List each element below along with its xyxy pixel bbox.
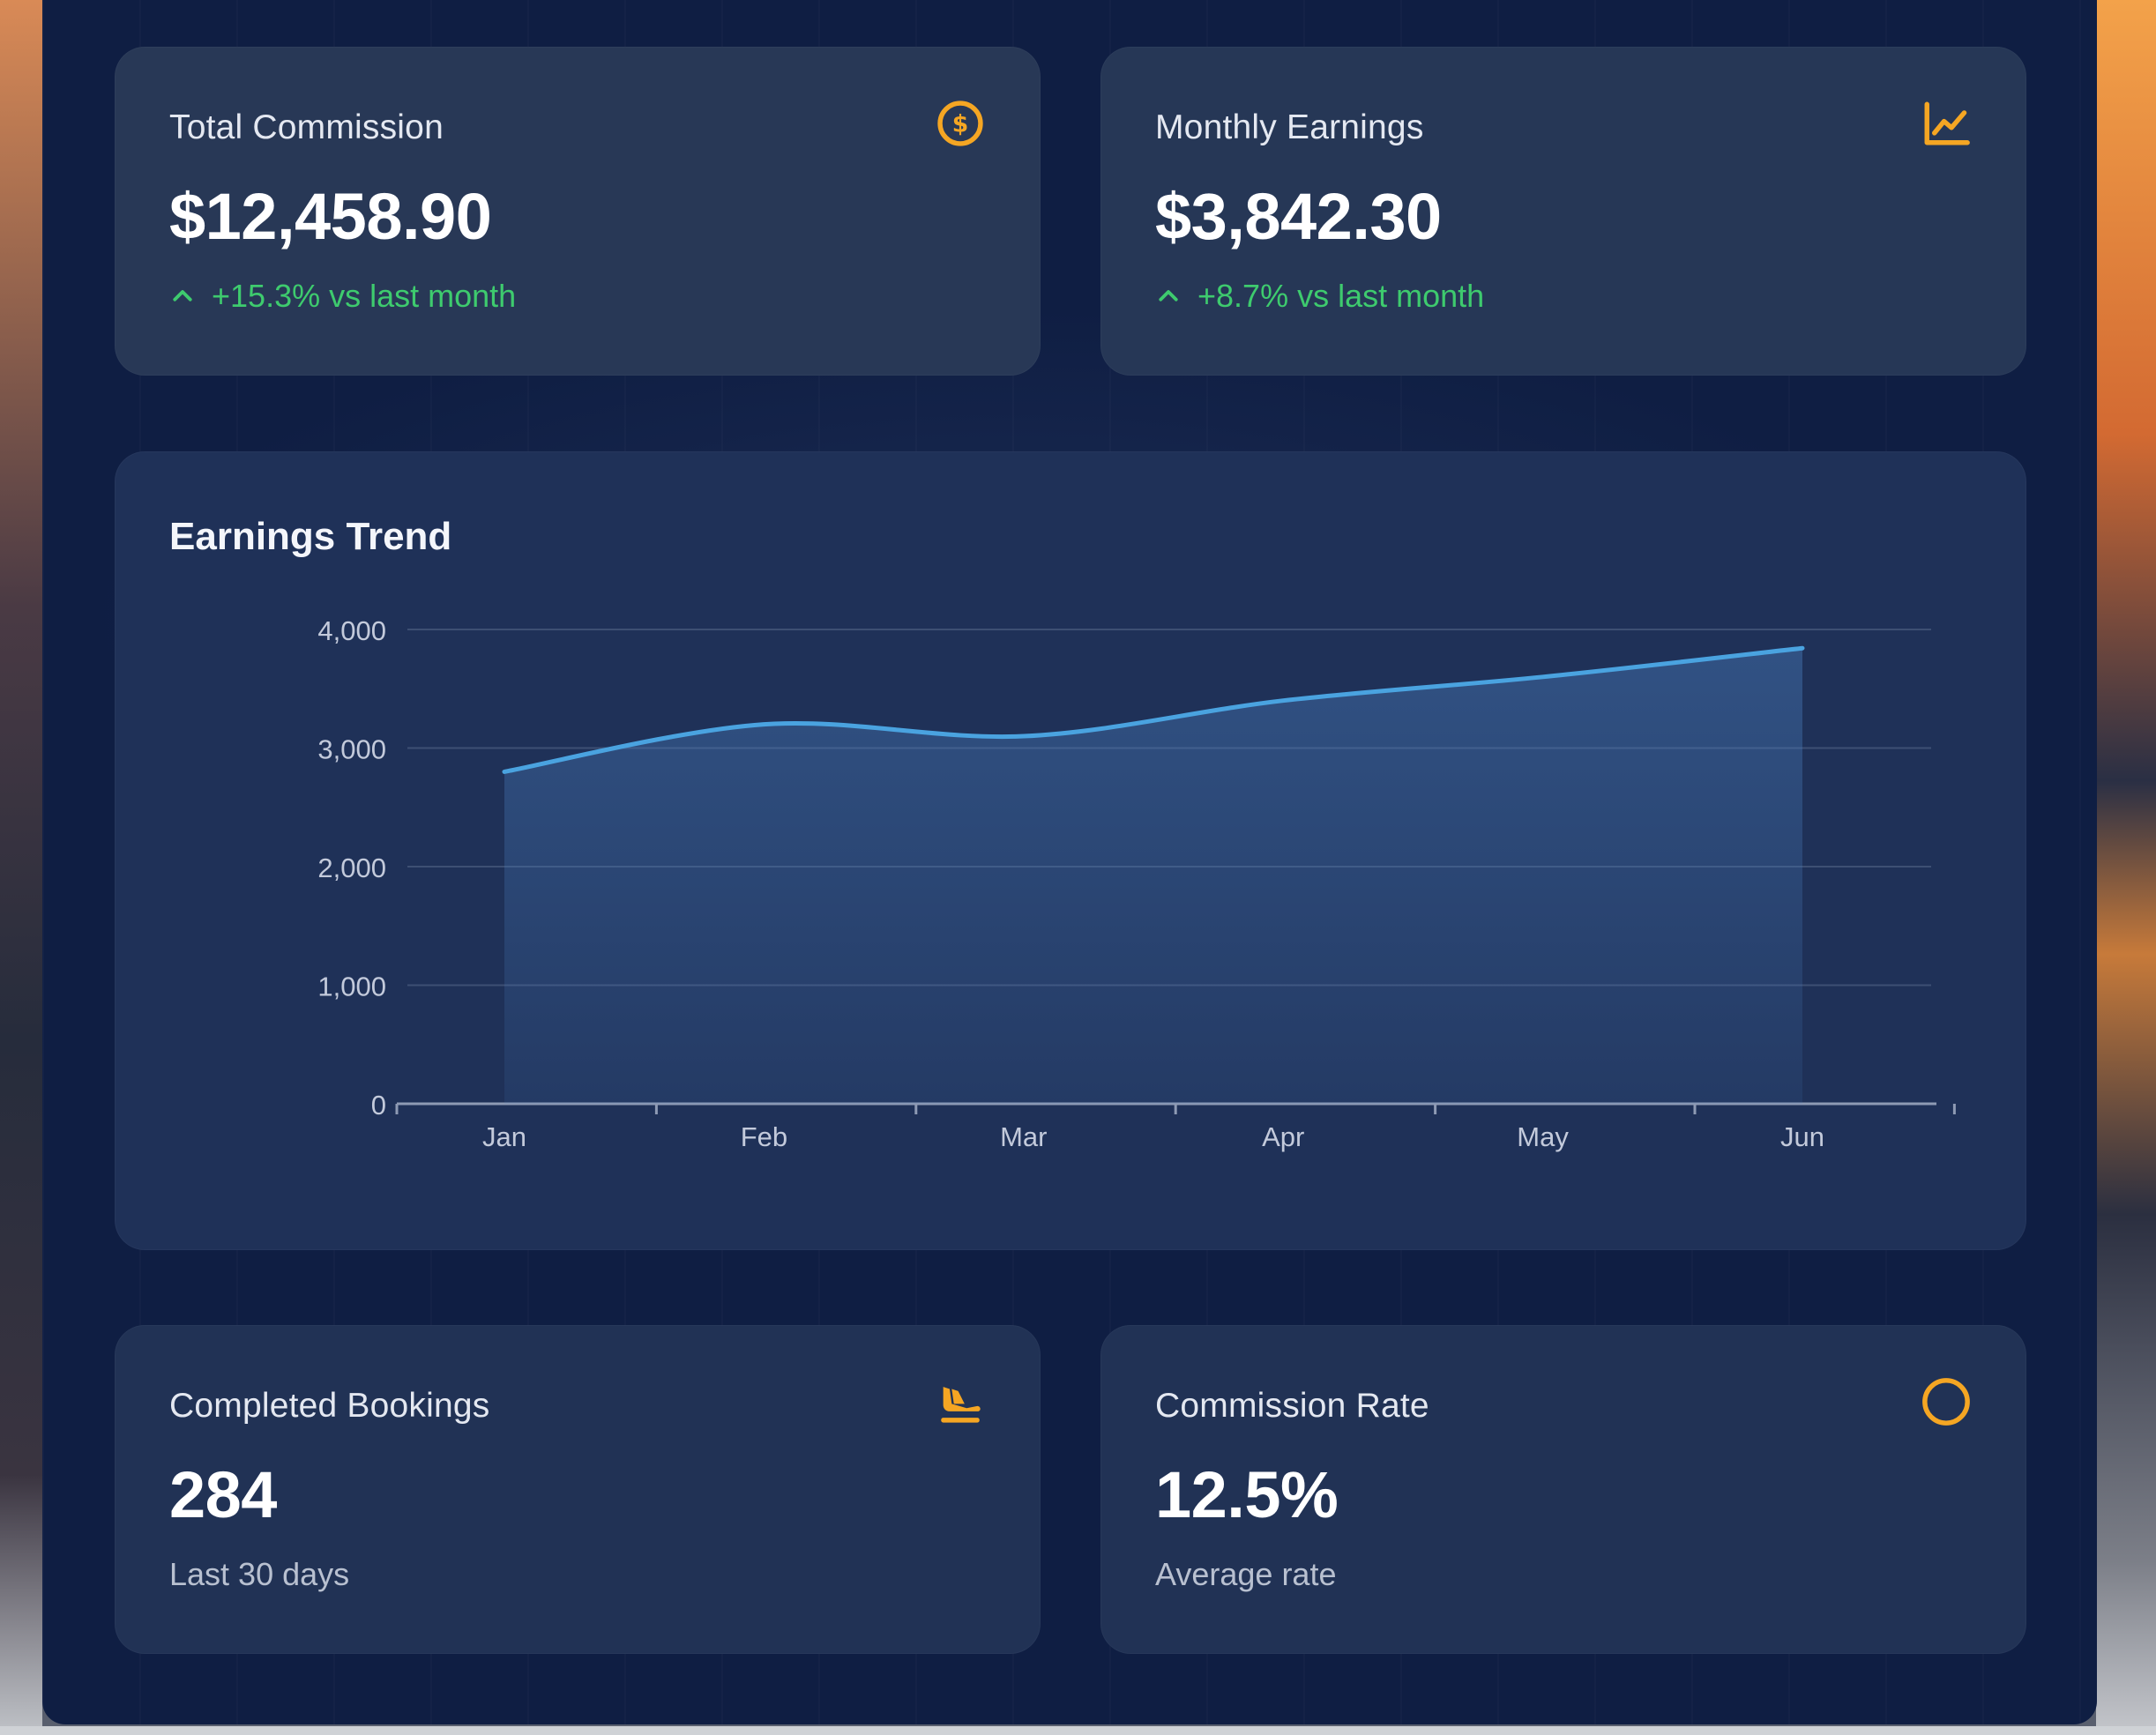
total-commission-label: Total Commission [169, 108, 444, 146]
completed-bookings-value: 284 [169, 1458, 277, 1531]
x-tick-label: May [1517, 1121, 1569, 1152]
completed-bookings-sub: Last 30 days [169, 1556, 350, 1592]
commission-rate-card: Commission Rate 12.5% Average rate [1100, 1325, 2026, 1654]
svg-text:$: $ [952, 111, 969, 138]
circle-icon [1922, 1378, 1970, 1426]
completed-bookings-label: Completed Bookings [169, 1387, 490, 1425]
total-commission-trend-text: +15.3% vs last month [212, 278, 517, 314]
monthly-earnings-label: Monthly Earnings [1155, 108, 1424, 146]
y-tick-label: 1,000 [317, 972, 386, 1002]
dashboard-panel: Total Commission $12,458.90 +15.3% vs la… [42, 0, 2097, 1724]
monthly-earnings-value: $3,842.30 [1155, 180, 1442, 253]
line-chart-icon [1924, 101, 1970, 145]
earnings-trend-card: Earnings Trend 0 1,000 2,000 3,000 4,000 Jan F… [115, 451, 2026, 1250]
y-tick-label: 0 [371, 1090, 386, 1121]
background-bottom [0, 1726, 2156, 1735]
background-right [2096, 0, 2156, 1735]
earnings-trend-chart: 0 1,000 2,000 3,000 4,000 Jan Feb Mar Apr May Jun [317, 615, 1956, 1152]
monthly-earnings-trend-text: +8.7% vs last month [1197, 278, 1485, 314]
x-tick-label: Jan [482, 1121, 526, 1152]
x-tick-label: Feb [741, 1121, 787, 1152]
total-commission-value: $12,458.90 [169, 180, 492, 253]
chevron-up-icon [173, 290, 192, 302]
total-commission-trend: +15.3% vs last month [169, 278, 516, 315]
background-left [0, 0, 42, 1735]
completed-bookings-card: Completed Bookings 284 Last 30 days [115, 1325, 1041, 1654]
monthly-earnings-trend: +8.7% vs last month [1155, 278, 1484, 315]
chevron-up-icon [1159, 290, 1178, 302]
commission-rate-value: 12.5% [1155, 1458, 1339, 1531]
plane-landing-icon [941, 1387, 981, 1423]
y-tick-label: 3,000 [317, 734, 386, 765]
x-tick-label: Jun [1780, 1121, 1824, 1152]
y-tick-label: 2,000 [317, 853, 386, 883]
y-tick-label: 4,000 [317, 615, 386, 646]
x-tick-label: Mar [1000, 1121, 1047, 1152]
monthly-earnings-card: Monthly Earnings $3,842.30 +8.7% vs last… [1100, 47, 2026, 376]
x-tick-label: Apr [1262, 1121, 1304, 1152]
area-fill [504, 648, 1802, 1104]
dollar-circle-icon: $ [937, 101, 983, 146]
commission-rate-label: Commission Rate [1155, 1387, 1429, 1425]
total-commission-card: Total Commission $12,458.90 +15.3% vs la… [115, 47, 1041, 376]
commission-rate-sub: Average rate [1155, 1556, 1337, 1592]
